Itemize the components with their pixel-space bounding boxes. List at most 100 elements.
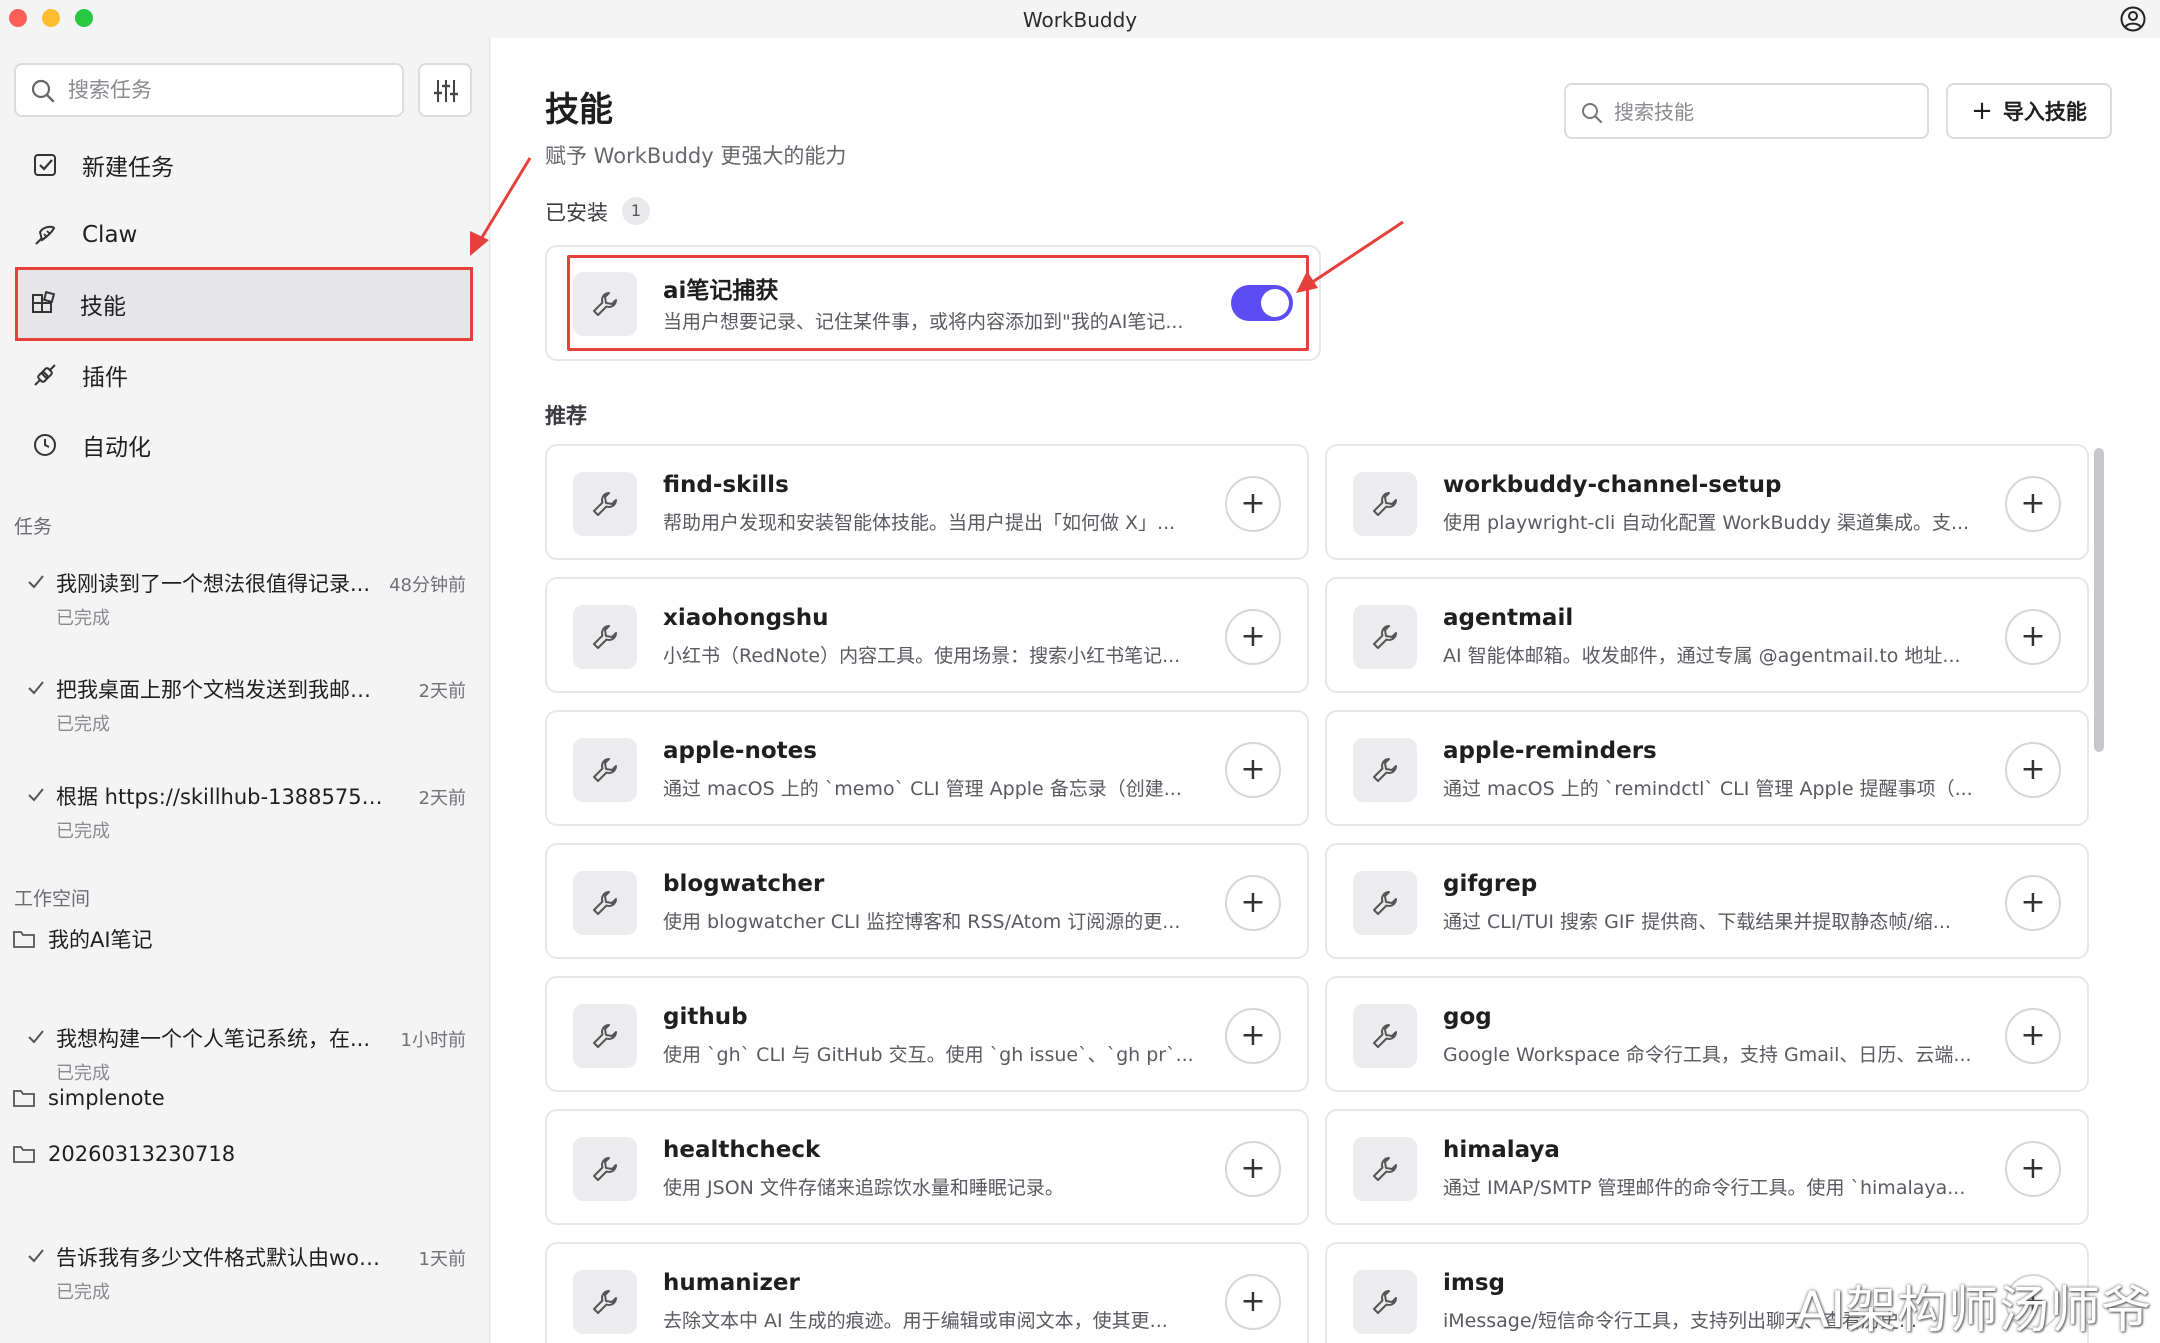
skill-card[interactable]: healthcheck 使用 JSON 文件存储来追踪饮水量和睡眠记录。 + — [545, 1109, 1309, 1225]
workspace-folder[interactable]: simplenote — [12, 1086, 165, 1110]
add-skill-button[interactable]: + — [2005, 875, 2061, 931]
add-skill-button[interactable]: + — [1225, 742, 1281, 798]
toggle-knob — [1261, 289, 1289, 317]
edit-check-icon — [30, 150, 60, 180]
task-time: 1小时前 — [400, 1030, 466, 1051]
plus-icon: + — [1240, 486, 1266, 521]
installed-label: 已安装 — [545, 201, 608, 225]
app-window: WorkBuddy 搜索任务 新建任务 Claw 技能 插件 自动化 任务 我刚… — [0, 0, 2160, 1343]
wrench-icon — [1353, 1137, 1417, 1201]
task-search-input[interactable] — [68, 73, 388, 107]
sidebar: 新建任务 Claw 技能 插件 自动化 任务 — [0, 38, 490, 1343]
wrench-icon — [1353, 1270, 1417, 1334]
folder-icon — [13, 1090, 35, 1107]
skill-card[interactable]: gog Google Workspace 命令行工具，支持 Gmail、日历、云端… — [1325, 976, 2089, 1092]
recommended-label: 推荐 — [545, 404, 587, 428]
clock-icon — [30, 430, 60, 460]
check-icon — [28, 1249, 44, 1263]
add-skill-button[interactable]: + — [1225, 1274, 1281, 1330]
nav-skills[interactable]: 技能 — [15, 267, 473, 341]
task-item[interactable]: 根据 https://skillhub-1388575217 2天前 已完成 — [26, 781, 466, 842]
account-icon[interactable] — [2120, 6, 2146, 32]
workspace-folder[interactable]: 20260313230718 — [12, 1142, 235, 1166]
import-skill-button[interactable]: + 导入技能 — [1946, 83, 2112, 139]
filter-button[interactable] — [418, 63, 472, 117]
skill-enable-toggle[interactable] — [1231, 285, 1293, 321]
plus-icon: + — [1240, 1284, 1266, 1319]
task-status: 已完成 — [56, 608, 110, 629]
skills-grid-icon — [28, 289, 58, 319]
task-title: 我刚读到了一个想法很值得记录... — [56, 572, 371, 596]
add-skill-button[interactable]: + — [1225, 1141, 1281, 1197]
scrollbar-thumb[interactable] — [2094, 448, 2104, 752]
skill-card[interactable]: gifgrep 通过 CLI/TUI 搜索 GIF 提供商、下载结果并提取静态帧/… — [1325, 843, 2089, 959]
add-skill-button[interactable]: + — [1225, 609, 1281, 665]
nav-label: 技能 — [80, 294, 126, 320]
skill-card[interactable]: workbuddy-channel-setup 使用 playwright-cli… — [1325, 444, 2089, 560]
plus-icon: + — [1240, 1151, 1266, 1186]
check-icon — [28, 1030, 44, 1044]
task-search-box[interactable] — [14, 63, 404, 117]
page-subtitle: 赋予 WorkBuddy 更强大的能力 — [545, 144, 847, 168]
plus-icon: + — [1240, 885, 1266, 920]
wrench-icon — [573, 871, 637, 935]
add-skill-button[interactable]: + — [1225, 476, 1281, 532]
nav-new-task[interactable]: 新建任务 — [20, 134, 470, 196]
task-item[interactable]: 我想构建一个个人笔记系统，在... 1小时前 已完成 — [26, 1023, 466, 1084]
skill-desc: 去除文本中 AI 生成的痕迹。用于编辑或审阅文本，使其更... — [663, 1310, 1168, 1332]
add-skill-button[interactable]: + — [1225, 1008, 1281, 1064]
skill-desc: 使用 blogwatcher CLI 监控博客和 RSS/Atom 订阅源的更.… — [663, 911, 1181, 933]
wrench-icon — [573, 1270, 637, 1334]
skill-name: imsg — [1443, 1270, 1506, 1296]
skill-name: humanizer — [663, 1270, 800, 1296]
skill-card[interactable]: himalaya 通过 IMAP/SMTP 管理邮件的命令行工具。使用 `hima… — [1325, 1109, 2089, 1225]
add-skill-button[interactable]: + — [2005, 476, 2061, 532]
skill-name: github — [663, 1004, 748, 1030]
task-item[interactable]: 告诉我有多少文件格式默认由work... 1天前 已完成 — [26, 1242, 466, 1303]
add-skill-button[interactable]: + — [2005, 1141, 2061, 1197]
skill-desc: 帮助用户发现和安装智能体技能。当用户提出「如何做 X」... — [663, 512, 1176, 534]
task-status: 已完成 — [56, 821, 110, 842]
skill-card[interactable]: xiaohongshu 小红书（RedNote）内容工具。使用场景：搜索小红书笔记… — [545, 577, 1309, 693]
wrench-icon — [1353, 738, 1417, 802]
check-icon — [28, 681, 44, 695]
skill-name: agentmail — [1443, 605, 1574, 631]
wrench-icon — [573, 1004, 637, 1068]
workspace-name: simplenote — [48, 1086, 165, 1110]
add-skill-button[interactable]: + — [2005, 609, 2061, 665]
plus-icon: + — [2020, 486, 2046, 521]
skill-desc: 使用 JSON 文件存储来追踪饮水量和睡眠记录。 — [663, 1177, 1064, 1199]
skill-search-box[interactable] — [1564, 83, 1929, 139]
nav-claw[interactable]: Claw — [20, 204, 470, 266]
task-time: 2天前 — [418, 788, 466, 809]
skill-card[interactable]: github 使用 `gh` CLI 与 GitHub 交互。使用 `gh iss… — [545, 976, 1309, 1092]
task-item[interactable]: 把我桌面上那个文档发送到我邮箱... 2天前 已完成 — [26, 674, 466, 735]
skill-desc: 通过 IMAP/SMTP 管理邮件的命令行工具。使用 `himalaya... — [1443, 1177, 1966, 1199]
wrench-icon — [573, 472, 637, 536]
add-skill-button[interactable]: + — [1225, 875, 1281, 931]
skill-desc: AI 智能体邮箱。收发邮件，通过专属 @agentmail.to 地址... — [1443, 645, 1961, 667]
skill-card[interactable]: find-skills 帮助用户发现和安装智能体技能。当用户提出「如何做 X」..… — [545, 444, 1309, 560]
plus-icon: + — [1240, 1018, 1266, 1053]
app-title: WorkBuddy — [1022, 8, 1138, 32]
wrench-icon — [1353, 871, 1417, 935]
skill-name: gifgrep — [1443, 871, 1538, 897]
skill-card[interactable]: apple-notes 通过 macOS 上的 `memo` CLI 管理 App… — [545, 710, 1309, 826]
skill-card[interactable]: humanizer 去除文本中 AI 生成的痕迹。用于编辑或审阅文本，使其更...… — [545, 1242, 1309, 1343]
nav-plugins[interactable]: 插件 — [20, 344, 470, 406]
skill-desc: 通过 CLI/TUI 搜索 GIF 提供商、下载结果并提取静态帧/缩... — [1443, 911, 1951, 933]
skill-name: apple-reminders — [1443, 738, 1657, 764]
add-skill-button[interactable]: + — [2005, 1008, 2061, 1064]
task-item[interactable]: 我刚读到了一个想法很值得记录... 48分钟前 已完成 — [26, 568, 466, 629]
skill-card[interactable]: blogwatcher 使用 blogwatcher CLI 监控博客和 RSS/… — [545, 843, 1309, 959]
skill-search-input[interactable] — [1614, 95, 1914, 129]
installed-skill-card[interactable]: ai笔记捕获 当用户想要记录、记住某件事，或将内容添加到"我的AI笔记... — [545, 245, 1321, 361]
skill-name: gog — [1443, 1004, 1492, 1030]
skill-card[interactable]: apple-reminders 通过 macOS 上的 `remindctl` C… — [1325, 710, 2089, 826]
tasks-section-label: 任务 — [14, 516, 53, 538]
add-skill-button[interactable]: + — [2005, 742, 2061, 798]
skill-desc: 小红书（RedNote）内容工具。使用场景：搜索小红书笔记... — [663, 645, 1181, 667]
skill-card[interactable]: agentmail AI 智能体邮箱。收发邮件，通过专属 @agentmail.t… — [1325, 577, 2089, 693]
workspace-folder[interactable]: 我的AI笔记 — [12, 924, 153, 954]
nav-automation[interactable]: 自动化 — [20, 414, 470, 476]
